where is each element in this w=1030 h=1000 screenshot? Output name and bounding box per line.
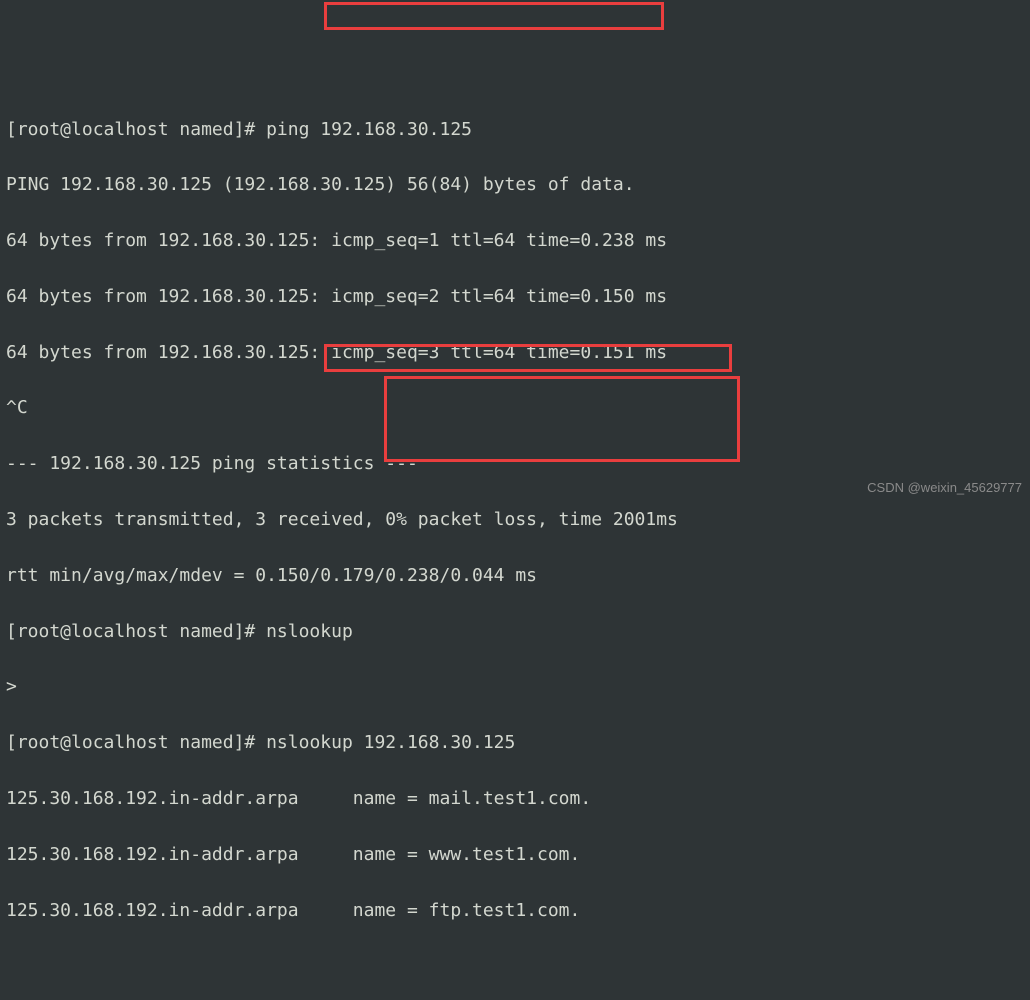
terminal-output: 125.30.168.192.in-addr.arpa name = ftp.t… <box>6 897 1024 925</box>
terminal-output: rtt min/avg/max/mdev = 0.150/0.179/0.238… <box>6 562 1024 590</box>
ping-command: ping 192.168.30.125 <box>266 119 472 140</box>
terminal-line: [root@localhost named]# nslookup 192.168… <box>6 729 1024 757</box>
terminal-output: ^C <box>6 394 1024 422</box>
shell-prompt: [root@localhost named]# <box>6 732 266 753</box>
terminal-output: 64 bytes from 192.168.30.125: icmp_seq=2… <box>6 283 1024 311</box>
terminal-output: 3 packets transmitted, 3 received, 0% pa… <box>6 506 1024 534</box>
shell-prompt: [root@localhost named]# <box>6 119 266 140</box>
terminal-output: PING 192.168.30.125 (192.168.30.125) 56(… <box>6 171 1024 199</box>
nslookup-command: nslookup 192.168.30.125 <box>266 732 515 753</box>
reverse-dns-name: name = ftp.test1.com. <box>353 900 591 921</box>
reverse-dns-name: name = mail.test1.com. <box>353 788 591 809</box>
terminal-output: --- 192.168.30.125 ping statistics --- <box>6 450 1024 478</box>
terminal-output: 125.30.168.192.in-addr.arpa name = mail.… <box>6 785 1024 813</box>
terminal-line: > <box>6 673 1024 701</box>
terminal-output: 64 bytes from 192.168.30.125: icmp_seq=3… <box>6 339 1024 367</box>
watermark: CSDN @weixin_45629777 <box>867 478 1022 498</box>
reverse-dns-name: name = www.test1.com. <box>353 844 591 865</box>
terminal-line: [root@localhost named]# nslookup <box>6 618 1024 646</box>
reverse-dns-addr: 125.30.168.192.in-addr.arpa <box>6 788 353 809</box>
terminal-output: 125.30.168.192.in-addr.arpa name = www.t… <box>6 841 1024 869</box>
reverse-dns-addr: 125.30.168.192.in-addr.arpa <box>6 900 353 921</box>
highlight-box-ping <box>324 2 664 30</box>
terminal-line: [root@localhost named]# ping 192.168.30.… <box>6 116 1024 144</box>
reverse-dns-addr: 125.30.168.192.in-addr.arpa <box>6 844 353 865</box>
terminal-output: 64 bytes from 192.168.30.125: icmp_seq=1… <box>6 227 1024 255</box>
